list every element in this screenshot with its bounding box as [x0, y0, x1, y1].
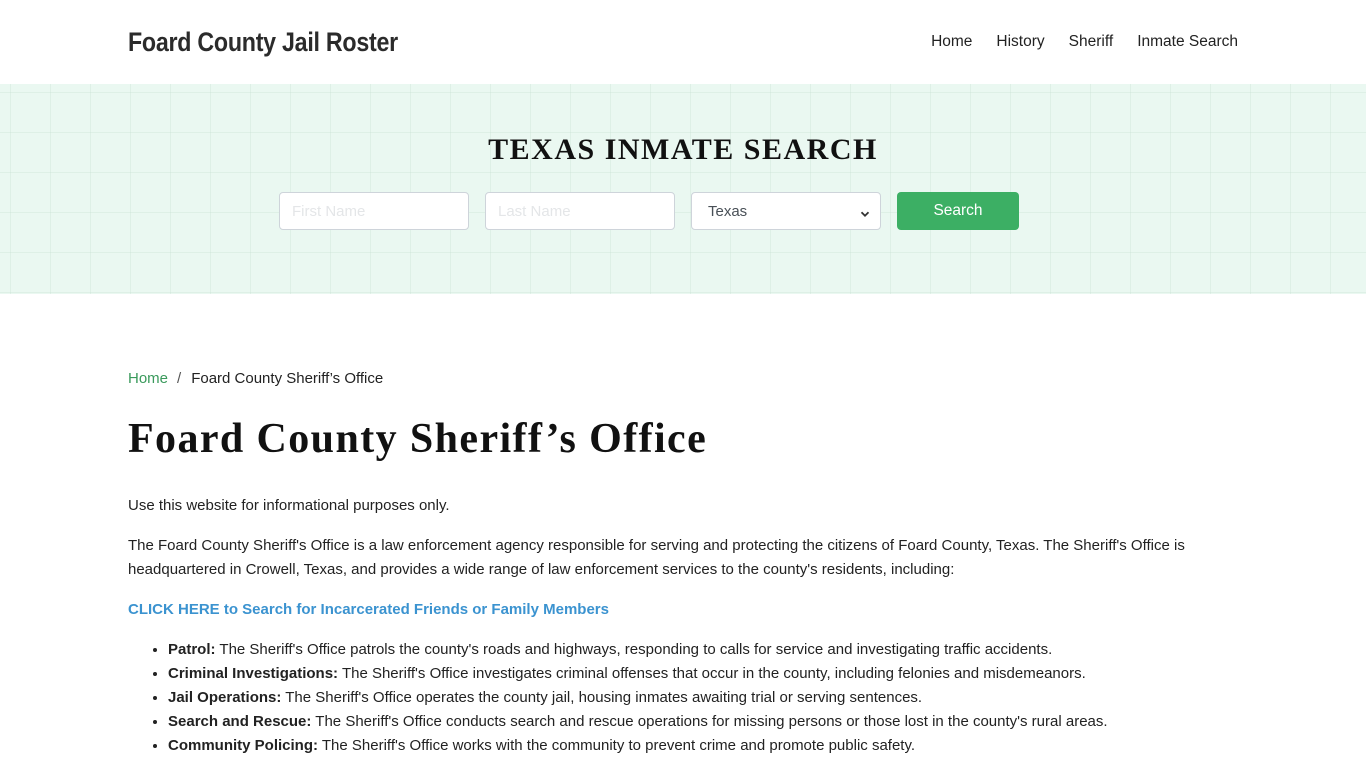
list-item: Jail Operations: The Sheriff's Office op… [168, 686, 1238, 710]
first-name-input[interactable] [279, 192, 469, 230]
search-button[interactable]: Search [897, 192, 1019, 230]
breadcrumb-separator: / [177, 369, 182, 387]
nav-home[interactable]: Home [931, 33, 972, 51]
list-item: Search and Rescue: The Sheriff's Office … [168, 710, 1238, 734]
last-name-input[interactable] [485, 192, 675, 230]
state-select[interactable]: Texas [691, 192, 881, 230]
breadcrumb-current: Foard County Sheriff’s Office [191, 369, 384, 387]
service-term: Criminal Investigations: [168, 665, 339, 683]
breadcrumb-home[interactable]: Home [128, 370, 168, 387]
chevron-down-icon [860, 206, 870, 217]
service-description: The Sheriff's Office operates the county… [281, 689, 923, 707]
inmate-search-banner: TEXAS INMATE SEARCH Texas Search [0, 84, 1366, 294]
service-description: The Sheriff's Office investigates crimin… [338, 665, 1086, 683]
nav-history[interactable]: History [996, 33, 1044, 51]
list-item: Community Policing: The Sheriff's Office… [168, 734, 1238, 758]
disclaimer-text: Use this website for informational purpo… [128, 497, 450, 515]
main-nav: Home History Sheriff Inmate Search [907, 33, 1238, 51]
article-body: Use this website for informational purpo… [128, 494, 1238, 758]
nav-sheriff[interactable]: Sheriff [1069, 33, 1114, 51]
service-description: The Sheriff's Office conducts search and… [311, 713, 1108, 731]
site-header: Foard County Jail Roster Home History Sh… [0, 0, 1366, 84]
service-description: The Sheriff's Office patrols the county'… [215, 641, 1053, 659]
service-term: Jail Operations: [168, 689, 282, 707]
service-term: Community Policing: [168, 737, 318, 755]
banner-title: TEXAS INMATE SEARCH [488, 133, 878, 166]
service-description: The Sheriff's Office works with the comm… [318, 737, 916, 755]
breadcrumb: Home / Foard County Sheriff’s Office [128, 368, 1238, 388]
inmate-search-form: Texas Search [279, 192, 1019, 230]
main-content: Home / Foard County Sheriff’s Office Foa… [0, 294, 1366, 758]
service-term: Patrol: [168, 641, 216, 659]
list-item: Patrol: The Sheriff's Office patrols the… [168, 638, 1238, 662]
intro-paragraph: The Foard County Sheriff's Office is a l… [128, 537, 1185, 579]
nav-inmate-search[interactable]: Inmate Search [1137, 33, 1238, 51]
site-brand-link[interactable]: Foard County Jail Roster [128, 27, 398, 58]
list-item: Criminal Investigations: The Sheriff's O… [168, 662, 1238, 686]
page-title: Foard County Sheriff’s Office [128, 416, 708, 462]
service-term: Search and Rescue: [168, 713, 312, 731]
state-select-value: Texas [708, 202, 748, 220]
services-list: Patrol: The Sheriff's Office patrols the… [168, 638, 1238, 758]
search-cta-link[interactable]: CLICK HERE to Search for Incarcerated Fr… [128, 601, 609, 618]
